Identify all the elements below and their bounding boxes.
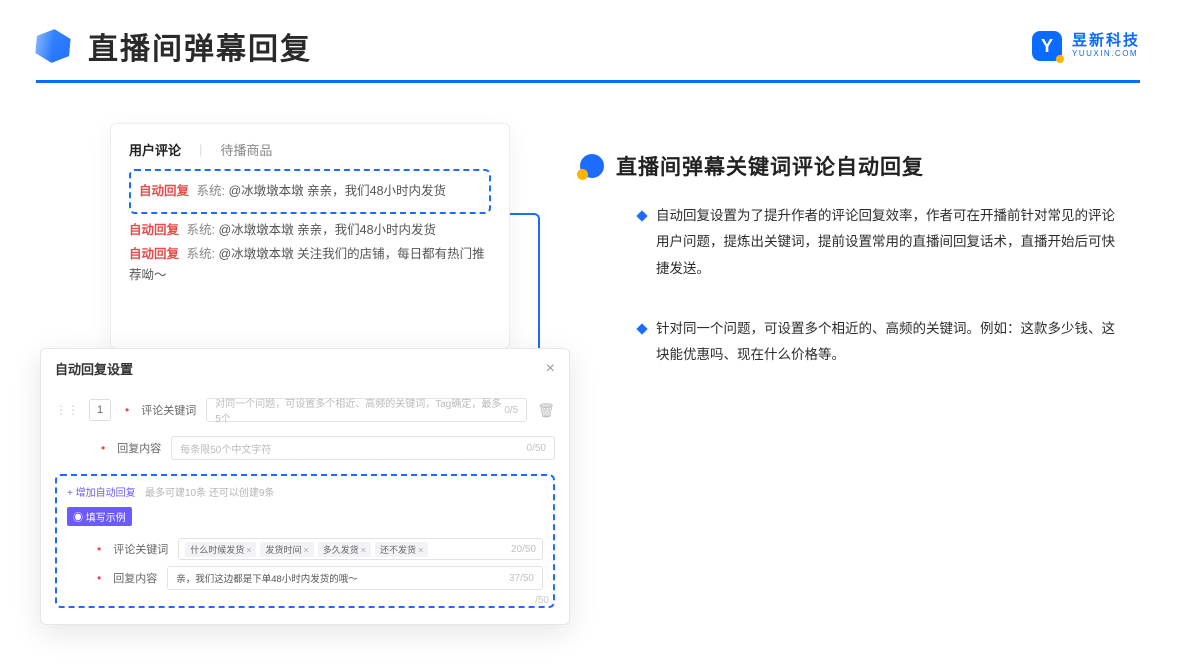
auto-reply-tag: 自动回复	[129, 247, 179, 261]
keyword-placeholder: 对同一个问题，可设置多个相近、高频的关键词，Tag确定，最多5个	[215, 395, 504, 425]
chip: 什么时候发货×	[185, 542, 256, 557]
chip-remove-icon[interactable]: ×	[304, 545, 309, 555]
auto-reply-settings-modal: 自动回复设置 × ⋮⋮ 1 • 评论关键词 对同一个问题，可设置多个相近、高频的…	[40, 348, 570, 625]
chip-remove-icon[interactable]: ×	[361, 545, 366, 555]
keyword-label: 评论关键词	[141, 402, 196, 418]
explanation-panel: 直播间弹幕关键词评论自动回复 自动回复设置为了提升作者的评论回复效率，作者可在开…	[580, 151, 1120, 403]
example-badge: ◉ 填写示例	[67, 507, 132, 526]
highlighted-reply: 自动回复 系统: @冰墩墩本墩 亲亲，我们48小时内发货	[129, 169, 491, 214]
reply-line: 自动回复 系统: @冰墩墩本墩 亲亲，我们48小时内发货	[129, 220, 491, 241]
bullet-list: 自动回复设置为了提升作者的评论回复效率，作者可在开播前针对常见的评论用户问题，提…	[580, 203, 1120, 369]
diamond-icon	[636, 323, 647, 334]
bullet-item: 针对同一个问题，可设置多个相近的、高频的关键词。例如：这款多少钱、这块能优惠吗、…	[638, 316, 1120, 369]
system-label: 系统:	[197, 184, 225, 198]
required-dot-icon: •	[101, 441, 105, 455]
reply-text: @冰墩墩本墩 关注我们的店铺，每日都有热门推荐呦～	[129, 247, 485, 282]
close-icon[interactable]: ×	[546, 360, 555, 378]
diamond-icon	[636, 210, 647, 221]
reply-line: 自动回复 系统: @冰墩墩本墩 关注我们的店铺，每日都有热门推荐呦～	[129, 244, 491, 287]
reply-label: 回复内容	[117, 440, 161, 456]
cube-icon	[35, 28, 72, 65]
content: 用户评论 | 待播商品 自动回复 系统: @冰墩墩本墩 亲亲，我们48小时内发货…	[0, 83, 1180, 643]
explanation-heading: 直播间弹幕关键词评论自动回复	[580, 151, 1120, 181]
reply-counter: 0/50	[527, 443, 546, 454]
page-title: 直播间弹幕回复	[88, 24, 312, 68]
comments-panel: 用户评论 | 待播商品 自动回复 系统: @冰墩墩本墩 亲亲，我们48小时内发货…	[110, 123, 510, 349]
auto-reply-tag: 自动回复	[139, 184, 189, 198]
tab-pending-goods[interactable]: 待播商品	[220, 140, 272, 159]
modal-header: 自动回复设置 ×	[55, 359, 555, 384]
ex-reply-value: 亲，我们这边都是下单48小时内发货的哦～	[176, 571, 358, 585]
tabs: 用户评论 | 待播商品	[129, 140, 491, 159]
reply-content-row: • 回复内容 每条限50个中文字符 0/50	[55, 436, 555, 460]
keyword-input[interactable]: 对同一个问题，可设置多个相近、高频的关键词，Tag确定，最多5个 0/5	[206, 398, 527, 422]
auto-reply-tag: 自动回复	[129, 223, 179, 237]
chip: 发货时间×	[260, 542, 313, 557]
required-dot-icon: •	[97, 542, 101, 556]
logo-cn: 昱新科技	[1072, 33, 1140, 50]
delete-icon[interactable]: 🗑	[537, 402, 555, 419]
system-label: 系统:	[187, 223, 215, 237]
bubble-icon	[580, 154, 604, 178]
outer-counter: /50	[535, 595, 549, 606]
chip: 多久发货×	[318, 542, 371, 557]
system-label: 系统:	[187, 247, 215, 261]
bullet-text: 针对同一个问题，可设置多个相近的、高频的关键词。例如：这款多少钱、这块能优惠吗、…	[656, 316, 1120, 369]
logo-mark-icon: Y	[1032, 31, 1062, 61]
logo-en: YUUXIN.COM	[1072, 50, 1140, 59]
chip-remove-icon[interactable]: ×	[246, 545, 251, 555]
required-dot-icon: •	[97, 571, 101, 585]
drag-handle-icon[interactable]: ⋮⋮	[55, 403, 79, 417]
ex-keyword-counter: 20/50	[511, 544, 536, 555]
ex-keyword-label: 评论关键词	[113, 541, 168, 557]
row-index: 1	[89, 399, 111, 421]
ex-reply-counter: 37/50	[509, 573, 534, 584]
example-chips-input[interactable]: 什么时候发货× 发货时间× 多久发货× 还不发货× 20/50	[178, 538, 543, 560]
header: 直播间弹幕回复 Y 昱新科技 YUUXIN.COM	[0, 0, 1180, 80]
add-row: + 增加自动回复 最多可建10条 还可以创建9条	[67, 484, 543, 505]
reply-line: 自动回复 系统: @冰墩墩本墩 亲亲，我们48小时内发货	[139, 181, 481, 202]
ex-reply-label: 回复内容	[113, 570, 157, 586]
bullet-item: 自动回复设置为了提升作者的评论回复效率，作者可在开播前针对常见的评论用户问题，提…	[638, 203, 1120, 282]
title-group: 直播间弹幕回复	[36, 24, 312, 68]
example-keyword-row: • 评论关键词 什么时候发货× 发货时间× 多久发货× 还不发货× 20/50	[67, 538, 543, 560]
example-section: + 增加自动回复 最多可建10条 还可以创建9条 ◉ 填写示例 • 评论关键词 …	[55, 474, 555, 608]
keyword-counter: 0/5	[504, 405, 518, 416]
explanation-title: 直播间弹幕关键词评论自动回复	[616, 151, 924, 181]
example-reply-input[interactable]: 亲，我们这边都是下单48小时内发货的哦～ 37/50	[167, 566, 543, 590]
keyword-row: ⋮⋮ 1 • 评论关键词 对同一个问题，可设置多个相近、高频的关键词，Tag确定…	[55, 398, 555, 422]
tab-user-comments[interactable]: 用户评论	[129, 140, 181, 159]
logo-text: 昱新科技 YUUXIN.COM	[1072, 33, 1140, 58]
add-hint: 最多可建10条 还可以创建9条	[145, 488, 274, 499]
reply-placeholder: 每条限50个中文字符	[180, 441, 271, 456]
example-reply-row: • 回复内容 亲，我们这边都是下单48小时内发货的哦～ 37/50	[67, 566, 543, 590]
brand-logo: Y 昱新科技 YUUXIN.COM	[1032, 31, 1140, 61]
chip-remove-icon[interactable]: ×	[418, 545, 423, 555]
bullet-text: 自动回复设置为了提升作者的评论回复效率，作者可在开播前针对常见的评论用户问题，提…	[656, 203, 1120, 282]
reply-input[interactable]: 每条限50个中文字符 0/50	[171, 436, 555, 460]
required-dot-icon: •	[125, 403, 129, 417]
modal-title: 自动回复设置	[55, 359, 133, 378]
tab-separator: |	[199, 142, 202, 157]
add-auto-reply-link[interactable]: + 增加自动回复	[67, 484, 136, 499]
reply-text: @冰墩墩本墩 亲亲，我们48小时内发货	[228, 184, 446, 198]
chip: 还不发货×	[375, 542, 428, 557]
reply-text: @冰墩墩本墩 亲亲，我们48小时内发货	[218, 223, 436, 237]
